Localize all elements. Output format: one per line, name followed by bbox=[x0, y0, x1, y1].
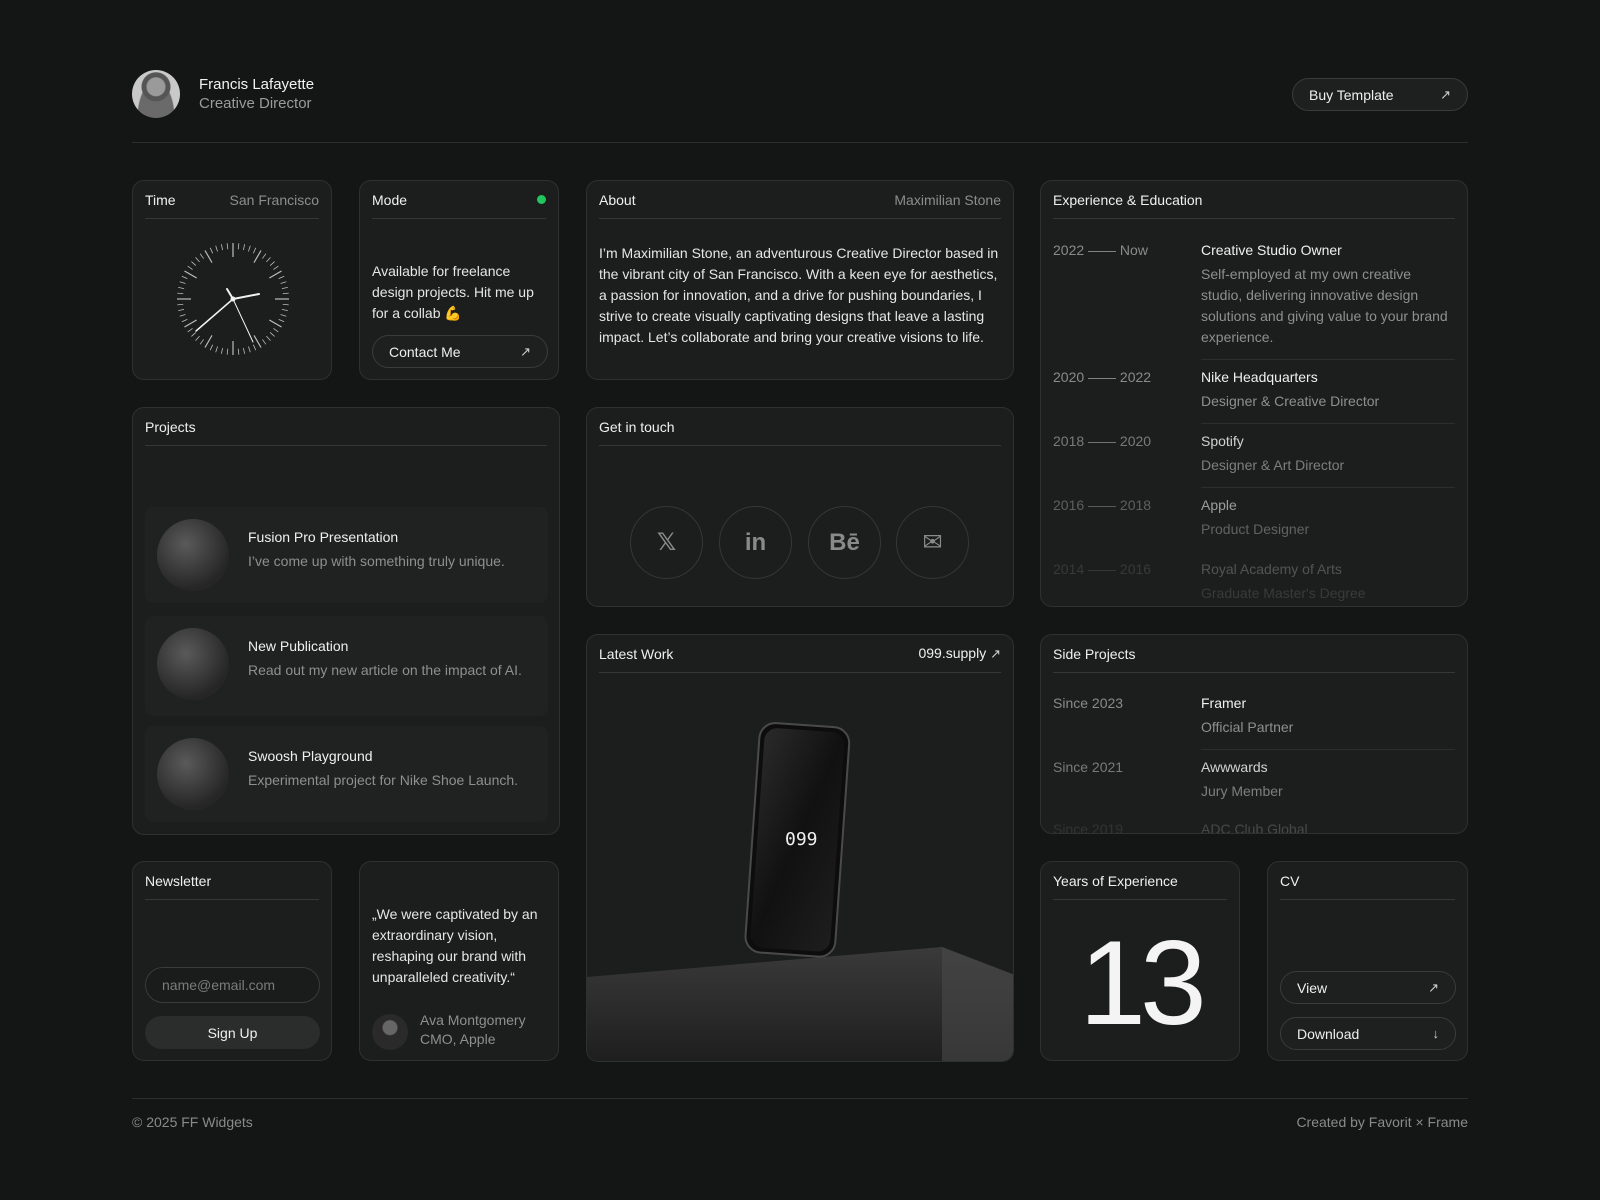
cv-card: CV View ↗ Download ↓ bbox=[1267, 861, 1468, 1061]
profile-role: Creative Director bbox=[199, 95, 312, 112]
testimonial-author: Ava Montgomery bbox=[420, 1012, 526, 1028]
cv-title: CV bbox=[1280, 872, 1300, 889]
newsletter-title: Newsletter bbox=[145, 872, 212, 889]
footer-copyright: © 2025 FF Widgets bbox=[132, 1114, 253, 1130]
profile-name: Francis Lafayette bbox=[199, 76, 315, 93]
arrow-up-right-icon: ↗ bbox=[1440, 86, 1451, 102]
phone-logo: 099 bbox=[785, 829, 818, 850]
page: Francis Lafayette Creative Director Buy … bbox=[132, 0, 1468, 1200]
phone-mockup-image bbox=[587, 722, 1013, 1061]
years-value: 13 bbox=[1079, 916, 1206, 1050]
clock-icon bbox=[177, 243, 289, 355]
behance-icon[interactable]: Bē bbox=[808, 506, 881, 579]
projects-card: Projects Fusion Pro Presentation I’ve co… bbox=[132, 407, 560, 835]
about-person: Maximilian Stone bbox=[894, 191, 1001, 208]
contact-card: Get in touch 𝕏 in Bē ✉ bbox=[586, 407, 1014, 607]
arrow-down-icon: ↓ bbox=[1432, 1026, 1440, 1041]
avatar bbox=[132, 70, 180, 118]
testimonial-card: „We were captivated by an extraordinary … bbox=[359, 861, 559, 1061]
experience-title: Experience & Education bbox=[1053, 191, 1203, 208]
about-title: About bbox=[599, 191, 636, 208]
arrow-up-right-icon: ↗ bbox=[1428, 979, 1439, 995]
contact-me-label: Contact Me bbox=[389, 343, 461, 360]
mail-icon[interactable]: ✉ bbox=[896, 506, 969, 579]
arrow-up-right-icon: ↗ bbox=[520, 343, 531, 359]
footer-credit[interactable]: Created by Favorit × Frame bbox=[1296, 1114, 1468, 1130]
latest-work-link[interactable]: 099.supply ↗ bbox=[918, 645, 1001, 662]
mode-title: Mode bbox=[372, 191, 408, 208]
testimonial-role: CMO, Apple bbox=[420, 1031, 496, 1047]
latest-work-title: Latest Work bbox=[599, 645, 674, 662]
time-card: Time San Francisco bbox=[132, 180, 332, 380]
project-item[interactable]: Swoosh Playground Experimental project f… bbox=[145, 726, 548, 822]
mode-card: Mode Available for freelance design proj… bbox=[359, 180, 559, 380]
years-title: Years of Experience bbox=[1053, 872, 1178, 889]
buy-template-label: Buy Template bbox=[1309, 86, 1394, 103]
experience-card: Experience & Education 2022 —— Now Creat… bbox=[1040, 180, 1468, 607]
project-item[interactable]: Fusion Pro Presentation I’ve come up wit… bbox=[145, 507, 548, 603]
contact-me-button[interactable]: Contact Me ↗ bbox=[372, 335, 548, 368]
about-card: About Maximilian Stone I’m Maximilian St… bbox=[586, 180, 1014, 380]
download-cv-button[interactable]: Download ↓ bbox=[1280, 1017, 1456, 1050]
time-city: San Francisco bbox=[229, 191, 319, 208]
newsletter-card: Newsletter Sign Up bbox=[132, 861, 332, 1061]
footer-divider bbox=[132, 1098, 1468, 1099]
project-thumbnail bbox=[157, 519, 229, 591]
sign-up-button[interactable]: Sign Up bbox=[145, 1016, 320, 1049]
time-title: Time bbox=[145, 191, 176, 208]
latest-work-card: Latest Work 099.supply ↗ 099 bbox=[586, 634, 1014, 1062]
side-projects-title: Side Projects bbox=[1053, 645, 1136, 662]
header: Francis Lafayette Creative Director Buy … bbox=[132, 70, 1468, 120]
buy-template-button[interactable]: Buy Template ↗ bbox=[1292, 78, 1468, 111]
about-text: I’m Maximilian Stone, an adventurous Cre… bbox=[599, 245, 999, 345]
avatar bbox=[372, 1014, 408, 1050]
contact-title: Get in touch bbox=[599, 418, 675, 435]
testimonial-quote: „We were captivated by an extraordinary … bbox=[372, 906, 538, 985]
availability-text: Available for freelance design projects.… bbox=[372, 263, 534, 321]
linkedin-icon[interactable]: in bbox=[719, 506, 792, 579]
x-icon[interactable]: 𝕏 bbox=[630, 506, 703, 579]
side-projects-card: Side Projects Since 2023 Framer Official… bbox=[1040, 634, 1468, 834]
projects-title: Projects bbox=[145, 418, 196, 435]
project-thumbnail bbox=[157, 738, 229, 810]
arrow-up-right-icon: ↗ bbox=[990, 646, 1001, 661]
status-dot-icon bbox=[537, 195, 546, 204]
email-field[interactable] bbox=[145, 967, 320, 1003]
view-cv-button[interactable]: View ↗ bbox=[1280, 971, 1456, 1004]
project-item[interactable]: New Publication Read out my new article … bbox=[145, 616, 548, 716]
header-divider bbox=[132, 142, 1468, 143]
years-card: Years of Experience 13 bbox=[1040, 861, 1240, 1061]
project-thumbnail bbox=[157, 628, 229, 700]
